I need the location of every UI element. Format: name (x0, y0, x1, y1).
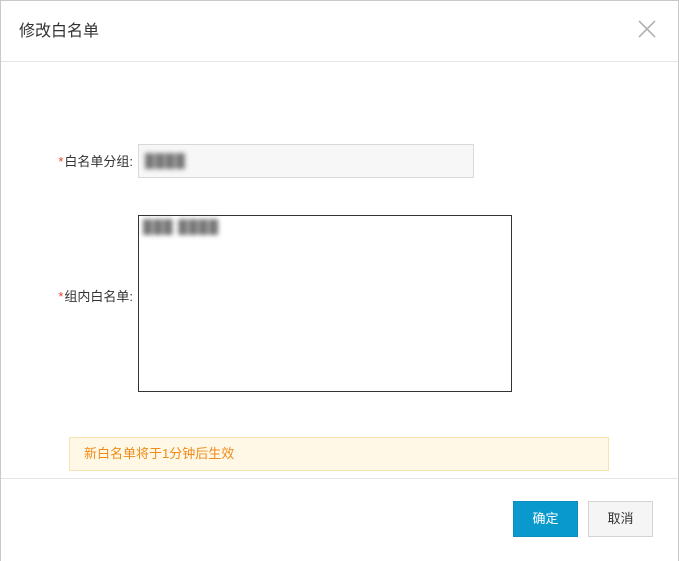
required-mark: * (58, 154, 64, 169)
notice-banner: 新白名单将于1分钟后生效 (69, 437, 609, 471)
group-input-value: ████ (145, 153, 186, 168)
textarea-value: ███ ████ (143, 219, 220, 234)
confirm-button[interactable]: 确定 (513, 501, 578, 537)
close-icon[interactable] (635, 17, 659, 41)
dialog-title: 修改白名单 (19, 23, 100, 40)
group-field-label: *白名单分组: (49, 153, 133, 171)
list-field-label: *组内白名单: (49, 288, 133, 306)
dialog-header: 修改白名单 (1, 1, 678, 62)
whitelist-group-input[interactable]: ████ (138, 144, 474, 178)
edit-whitelist-dialog: 修改白名单 *白名单分组: ████ *组内白名单: ███ ████ 新白名单… (0, 0, 679, 561)
group-whitelist-textarea[interactable]: ███ ████ (138, 215, 512, 392)
dialog-body: *白名单分组: ████ *组内白名单: ███ ████ 新白名单将于1分钟后… (1, 62, 678, 478)
group-field-label-text: 白名单分组: (64, 154, 133, 169)
required-mark: * (58, 289, 64, 304)
cancel-button[interactable]: 取消 (588, 501, 653, 537)
list-field-label-text: 组内白名单: (64, 289, 133, 304)
dialog-footer: 确定 取消 (1, 478, 678, 561)
